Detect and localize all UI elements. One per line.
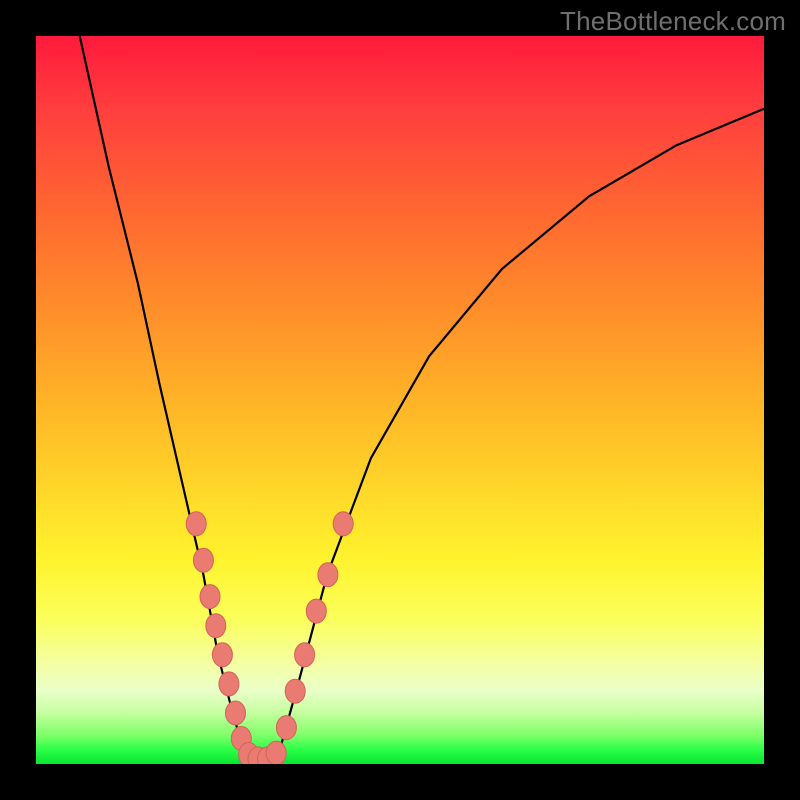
- data-dot: [276, 716, 296, 740]
- data-dot: [318, 563, 338, 587]
- data-dot: [285, 679, 305, 703]
- data-dot: [306, 599, 326, 623]
- data-dot: [266, 741, 286, 764]
- data-dot: [333, 512, 353, 536]
- data-dot: [212, 643, 232, 667]
- data-dot: [186, 512, 206, 536]
- data-dot: [219, 672, 239, 696]
- data-dot: [226, 701, 246, 725]
- bottleneck-curve: [80, 36, 764, 760]
- data-dot: [295, 643, 315, 667]
- curve-group: [80, 36, 764, 760]
- plot-area: [36, 36, 764, 764]
- chart-svg: [36, 36, 764, 764]
- dots-group: [186, 512, 353, 764]
- outer-frame: TheBottleneck.com: [0, 0, 800, 800]
- watermark-text: TheBottleneck.com: [560, 6, 786, 37]
- data-dot: [206, 614, 226, 638]
- data-dot: [193, 548, 213, 572]
- data-dot: [200, 585, 220, 609]
